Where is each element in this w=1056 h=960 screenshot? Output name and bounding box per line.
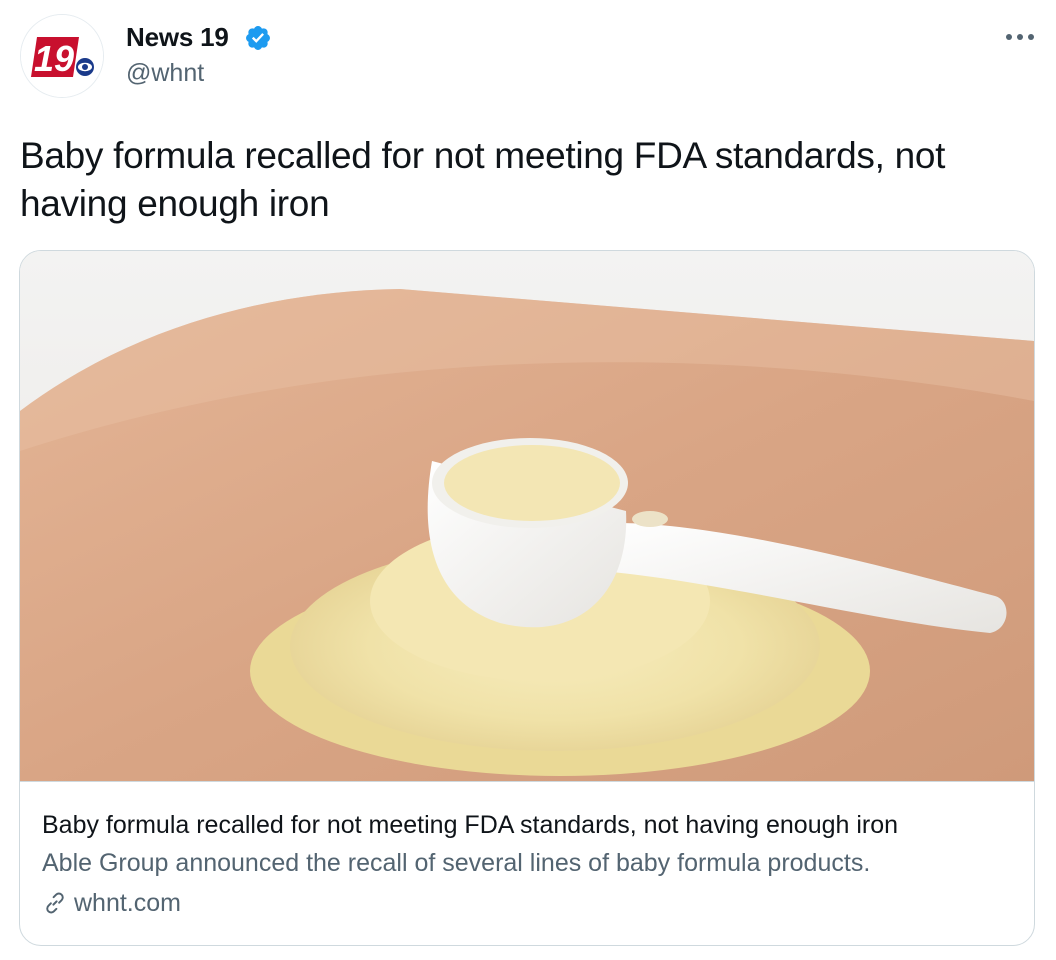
tweet: 19 News 19 @whnt Baby formula recalled f… <box>0 0 1056 960</box>
avatar-logo-text: 19 <box>34 38 74 79</box>
baby-formula-photo <box>20 251 1034 781</box>
link-icon <box>46 892 64 914</box>
author-handle[interactable]: @whnt <box>126 56 204 90</box>
card-description: Able Group announced the recall of sever… <box>42 849 871 877</box>
author-name[interactable]: News 19 <box>126 20 229 54</box>
avatar[interactable]: 19 <box>20 14 104 98</box>
card-title: Baby formula recalled for not meeting FD… <box>42 811 899 839</box>
card-image[interactable] <box>20 251 1034 782</box>
ellipsis-icon <box>1006 34 1034 40</box>
verified-badge-icon <box>246 26 270 50</box>
card-domain[interactable]: whnt.com <box>42 887 181 919</box>
card-domain-text: whnt.com <box>74 888 181 917</box>
more-options-button[interactable] <box>998 22 1042 52</box>
news19-logo-icon: 19 <box>21 15 103 97</box>
link-card[interactable]: Baby formula recalled for not meeting FD… <box>19 250 1035 946</box>
tweet-text: Baby formula recalled for not meeting FD… <box>20 135 946 224</box>
